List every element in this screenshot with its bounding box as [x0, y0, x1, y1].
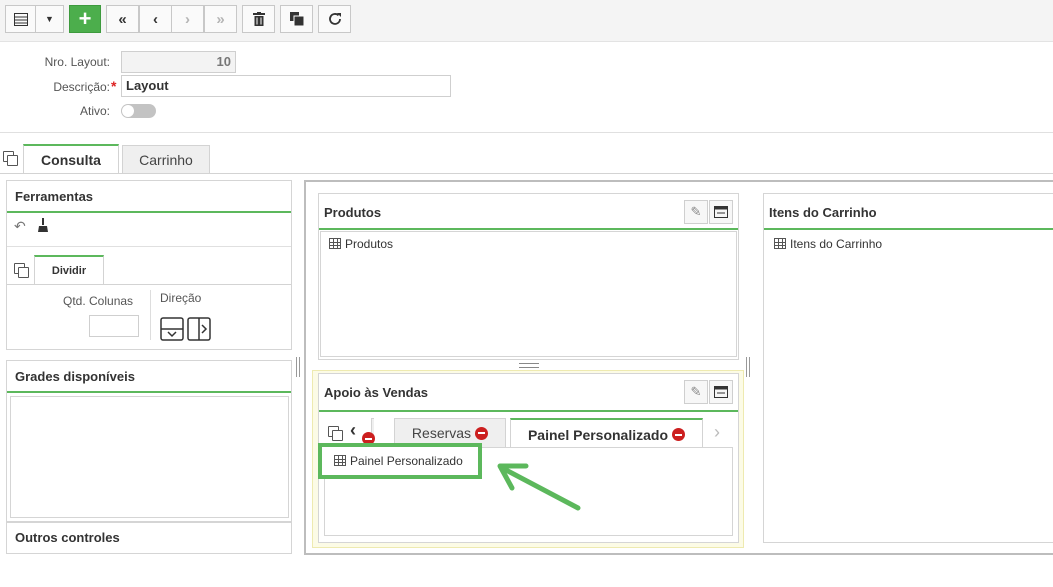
grades-title: Grades disponíveis: [15, 369, 135, 384]
window-icon[interactable]: [709, 380, 733, 404]
copy-icon: [289, 12, 304, 26]
duplicate-button[interactable]: [280, 5, 313, 33]
grid-item-label: Itens do Carrinho: [790, 237, 883, 251]
nro-layout-label: Nro. Layout:: [44, 55, 110, 69]
tab-dividir[interactable]: Dividir: [34, 255, 104, 285]
grid-icon: [774, 238, 786, 249]
direcao-label: Direção: [160, 291, 202, 305]
grid-item-painel-personalizado[interactable]: Painel Personalizado: [334, 454, 463, 468]
list-icon: [13, 12, 28, 26]
grid-icon: [329, 238, 341, 249]
broom-icon[interactable]: [36, 218, 50, 235]
grid-icon: [334, 455, 346, 466]
copy-icon[interactable]: [328, 426, 343, 441]
outros-title: Outros controles: [15, 530, 120, 545]
panel-accent-line: [319, 228, 738, 230]
layout-menu-button[interactable]: [5, 5, 36, 33]
itens-carrinho-title: Itens do Carrinho: [769, 205, 877, 220]
divider: [0, 132, 1053, 133]
chevron-left-icon: ‹: [153, 10, 158, 28]
panel-accent-line: [7, 211, 291, 213]
tab-consulta[interactable]: Consulta: [23, 144, 119, 174]
split-horizontal-icon[interactable]: [160, 317, 184, 344]
required-asterisk: *: [111, 78, 117, 94]
grid-item-produtos[interactable]: Produtos: [329, 237, 393, 251]
previous-record-button[interactable]: ‹: [139, 5, 172, 33]
refresh-button[interactable]: [318, 5, 351, 33]
tabs-scroll-left-icon[interactable]: ‹: [350, 420, 356, 441]
separator: [150, 290, 151, 340]
copy-icon[interactable]: [3, 151, 18, 166]
ativo-label: Ativo:: [79, 104, 110, 118]
window-icon[interactable]: [709, 200, 733, 224]
plus-icon: +: [78, 6, 92, 31]
panel-accent-line: [7, 391, 291, 393]
descricao-input[interactable]: Layout: [121, 75, 451, 97]
copy-icon[interactable]: [14, 263, 29, 278]
double-chevron-right-icon: »: [216, 10, 225, 28]
annotation-arrow-icon: [497, 463, 581, 511]
undo-icon[interactable]: ↶: [14, 218, 26, 235]
tabs-scroll-right-icon[interactable]: ›: [714, 422, 720, 443]
edit-icon[interactable]: ✎: [684, 200, 708, 224]
grid-item-label: Painel Personalizado: [350, 454, 463, 468]
grid-item-label: Produtos: [345, 237, 394, 251]
tab-baseline: [0, 173, 1053, 174]
toolbar: ▼ + « ‹ › »: [0, 0, 1053, 42]
double-chevron-left-icon: «: [118, 10, 127, 28]
splitter-handle[interactable]: [746, 357, 750, 377]
delete-button[interactable]: [242, 5, 275, 33]
dropdown-button[interactable]: ▼: [35, 5, 64, 33]
tab-carrinho[interactable]: Carrinho: [122, 145, 210, 174]
caret-down-icon: ▼: [45, 14, 54, 24]
divider: [7, 246, 291, 247]
produtos-title: Produtos: [324, 205, 382, 220]
tab-label: Reservas: [411, 425, 472, 441]
tab-label: Painel Personalizado: [527, 426, 669, 443]
next-record-button[interactable]: ›: [171, 5, 204, 33]
splitter-handle[interactable]: [296, 357, 300, 377]
tab-painel-personalizado[interactable]: Painel Personalizado: [510, 418, 703, 449]
last-record-button[interactable]: »: [204, 5, 237, 33]
ativo-toggle[interactable]: [121, 104, 156, 118]
qtd-colunas-label: Qtd. Colunas: [63, 294, 134, 308]
subtab-baseline: [7, 284, 291, 285]
apoio-vendas-title: Apoio às Vendas: [324, 385, 429, 400]
splitter-handle[interactable]: [519, 363, 539, 368]
grid-item-itens-carrinho[interactable]: Itens do Carrinho: [774, 237, 882, 251]
panel-accent-line: [319, 410, 738, 412]
trash-icon: [252, 12, 265, 26]
ferramentas-title: Ferramentas: [15, 189, 94, 204]
grades-list[interactable]: [10, 396, 289, 518]
descricao-label: Descrição:: [53, 80, 110, 94]
nro-layout-field: 10: [121, 51, 236, 73]
first-record-button[interactable]: «: [106, 5, 139, 33]
panel-accent-line: [764, 228, 1053, 230]
edit-icon[interactable]: ✎: [684, 380, 708, 404]
qtd-colunas-input[interactable]: [89, 315, 139, 337]
remove-tab-icon[interactable]: [475, 426, 489, 440]
chevron-right-icon: ›: [185, 10, 190, 28]
split-vertical-icon[interactable]: [187, 317, 211, 344]
refresh-icon: [328, 13, 341, 25]
add-button[interactable]: +: [69, 5, 101, 33]
remove-tab-icon[interactable]: [672, 428, 686, 441]
